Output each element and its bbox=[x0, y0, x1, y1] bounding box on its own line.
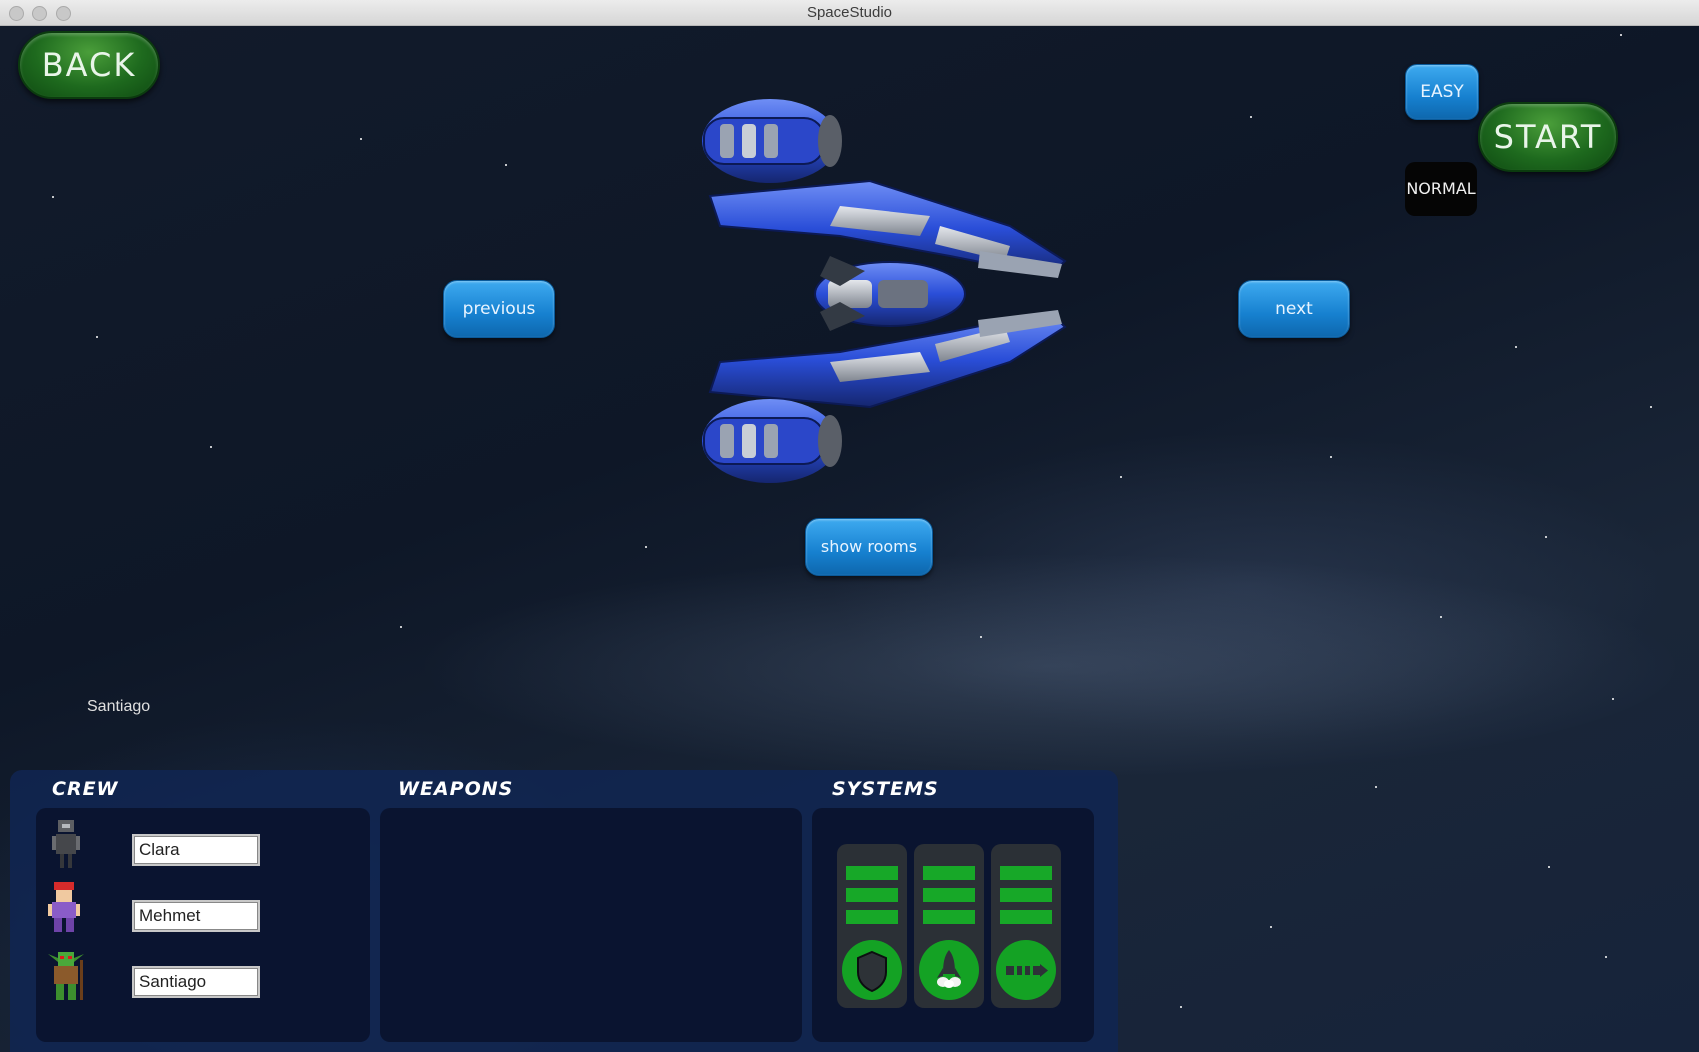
system-power-bar bbox=[923, 910, 975, 924]
star bbox=[1375, 786, 1377, 788]
show-rooms-button[interactable]: show rooms bbox=[805, 518, 933, 576]
star bbox=[210, 446, 212, 448]
system-power-bar bbox=[1000, 866, 1052, 880]
selected-crew-label: Santiago bbox=[87, 698, 151, 715]
window-titlebar: SpaceStudio bbox=[0, 0, 1699, 26]
system-power-bar bbox=[1000, 910, 1052, 924]
star bbox=[52, 196, 54, 198]
system-power-bar bbox=[846, 866, 898, 880]
engine-system[interactable] bbox=[914, 844, 984, 1008]
star bbox=[360, 138, 362, 140]
next-ship-button[interactable]: next bbox=[1238, 280, 1350, 338]
crew-name-input[interactable]: Santiago bbox=[132, 966, 260, 998]
star bbox=[1180, 1006, 1182, 1008]
star bbox=[980, 636, 982, 638]
star bbox=[400, 626, 402, 628]
system-power-bar bbox=[923, 888, 975, 902]
weapon-system[interactable] bbox=[991, 844, 1061, 1008]
star bbox=[1545, 536, 1547, 538]
weapons-panel bbox=[380, 808, 802, 1042]
rocket-engine-icon bbox=[937, 950, 961, 988]
spaceship-image bbox=[702, 99, 1067, 483]
shield-system-button[interactable] bbox=[842, 940, 902, 1000]
system-power-bar bbox=[846, 888, 898, 902]
start-button[interactable]: START bbox=[1478, 102, 1618, 172]
star bbox=[645, 546, 647, 548]
weapon-system-icon bbox=[1006, 962, 1048, 979]
star bbox=[1650, 406, 1652, 408]
star bbox=[505, 164, 507, 166]
star bbox=[1548, 866, 1550, 868]
normal-difficulty-button[interactable]: NORMAL bbox=[1405, 162, 1477, 216]
crew-name-input[interactable]: Mehmet bbox=[132, 900, 260, 932]
star bbox=[1250, 116, 1252, 118]
engine-system-button[interactable] bbox=[919, 940, 979, 1000]
goblin-crew-icon bbox=[48, 952, 84, 1000]
star bbox=[1605, 956, 1607, 958]
star bbox=[1515, 346, 1517, 348]
back-button[interactable]: BACK bbox=[18, 31, 160, 99]
easy-difficulty-button[interactable]: EASY bbox=[1405, 64, 1479, 120]
star bbox=[1270, 926, 1272, 928]
star bbox=[1330, 456, 1332, 458]
system-power-bar bbox=[846, 910, 898, 924]
star bbox=[1120, 476, 1122, 478]
star bbox=[1440, 616, 1442, 618]
system-power-bar bbox=[923, 866, 975, 880]
star bbox=[96, 336, 98, 338]
systems-title: SYSTEMS bbox=[832, 778, 939, 800]
weapon-system-button[interactable] bbox=[996, 940, 1056, 1000]
game-canvas: BACK EASY START NORMAL previous next sho… bbox=[0, 26, 1699, 1052]
ship-info-panel: CREW WEAPONS SYSTEMS Clara Mehmet Santia… bbox=[10, 770, 1118, 1052]
shield-icon bbox=[857, 950, 887, 993]
window-title: SpaceStudio bbox=[806, 4, 893, 21]
system-power-bar bbox=[1000, 888, 1052, 902]
previous-ship-button[interactable]: previous bbox=[443, 280, 555, 338]
star bbox=[1612, 698, 1614, 700]
human-crew-icon bbox=[48, 882, 80, 932]
crew-title: CREW bbox=[52, 778, 119, 800]
crew-panel: Clara Mehmet Santiago bbox=[36, 808, 370, 1042]
shield-system[interactable] bbox=[837, 844, 907, 1008]
star bbox=[1620, 34, 1622, 36]
systems-panel bbox=[812, 808, 1094, 1042]
weapons-title: WEAPONS bbox=[398, 778, 514, 800]
robot-crew-icon bbox=[52, 820, 80, 868]
crew-name-input[interactable]: Clara bbox=[132, 834, 260, 866]
